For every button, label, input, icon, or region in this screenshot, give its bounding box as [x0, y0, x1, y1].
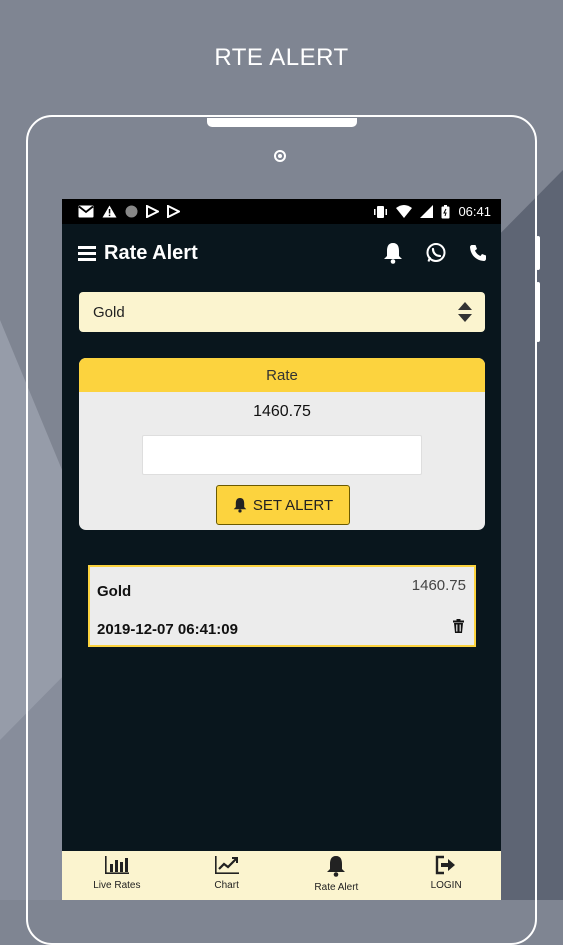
warning-icon	[102, 205, 117, 218]
page-title: Rate Alert	[104, 241, 198, 264]
status-bar: 06:41	[62, 199, 501, 224]
sort-arrows-icon	[457, 301, 473, 323]
bell-icon	[233, 497, 247, 513]
signal-icon	[420, 205, 434, 218]
login-icon	[435, 855, 457, 875]
nav-label: Chart	[214, 880, 239, 891]
battery-icon	[441, 204, 450, 219]
metal-select-value: Gold	[93, 303, 125, 321]
bar-chart-icon	[104, 855, 130, 875]
promo-title: RTE ALERT	[214, 44, 349, 71]
alert-datetime: 2019-12-07 06:41:09	[97, 621, 238, 638]
metal-select[interactable]: Gold	[79, 292, 485, 332]
nav-rate-alert[interactable]: Rate Alert	[282, 851, 392, 900]
nav-live-rates[interactable]: Live Rates	[62, 851, 172, 900]
alert-rate-input[interactable]	[142, 435, 422, 475]
device-camera	[274, 150, 286, 162]
nav-login[interactable]: LOGIN	[391, 851, 501, 900]
nav-label: LOGIN	[430, 880, 462, 891]
set-alert-button[interactable]: SET ALERT	[216, 485, 350, 525]
nav-label: Live Rates	[93, 880, 141, 891]
status-time: 06:41	[458, 204, 491, 219]
menu-icon[interactable]	[78, 245, 96, 261]
rate-card: Rate 1460.75 SET ALERT	[79, 358, 485, 530]
notification-bell-icon[interactable]	[383, 242, 403, 264]
device-speaker	[207, 118, 357, 127]
phone-icon[interactable]	[469, 244, 487, 262]
play-store-icon	[146, 205, 159, 218]
alert-rate: 1460.75	[411, 577, 466, 594]
play-store-icon	[167, 205, 180, 218]
gmail-icon	[78, 205, 94, 218]
record-dot-icon	[125, 205, 138, 218]
alert-metal-name: Gold	[97, 583, 132, 600]
vibrate-icon	[373, 205, 388, 219]
bottom-navigation: Live Rates Chart Rate Alert LOGIN	[62, 851, 501, 900]
current-rate-value: 1460.75	[253, 403, 311, 420]
wifi-icon	[396, 205, 413, 218]
app-screen: 06:41 Rate Alert Gold Rate 1460.75 SET A…	[62, 199, 501, 900]
app-bar: Rate Alert	[62, 224, 501, 282]
line-chart-icon	[214, 855, 240, 875]
bell-icon	[326, 855, 346, 877]
alert-list-item: Gold 1460.75 2019-12-07 06:41:09	[88, 565, 476, 647]
nav-label: Rate Alert	[314, 882, 359, 893]
nav-chart[interactable]: Chart	[172, 851, 282, 900]
delete-icon[interactable]	[453, 619, 464, 633]
rate-card-header: Rate	[79, 358, 485, 392]
whatsapp-icon[interactable]	[425, 242, 447, 264]
set-alert-label: SET ALERT	[252, 496, 334, 514]
power-button	[536, 282, 540, 342]
volume-button	[536, 236, 540, 270]
